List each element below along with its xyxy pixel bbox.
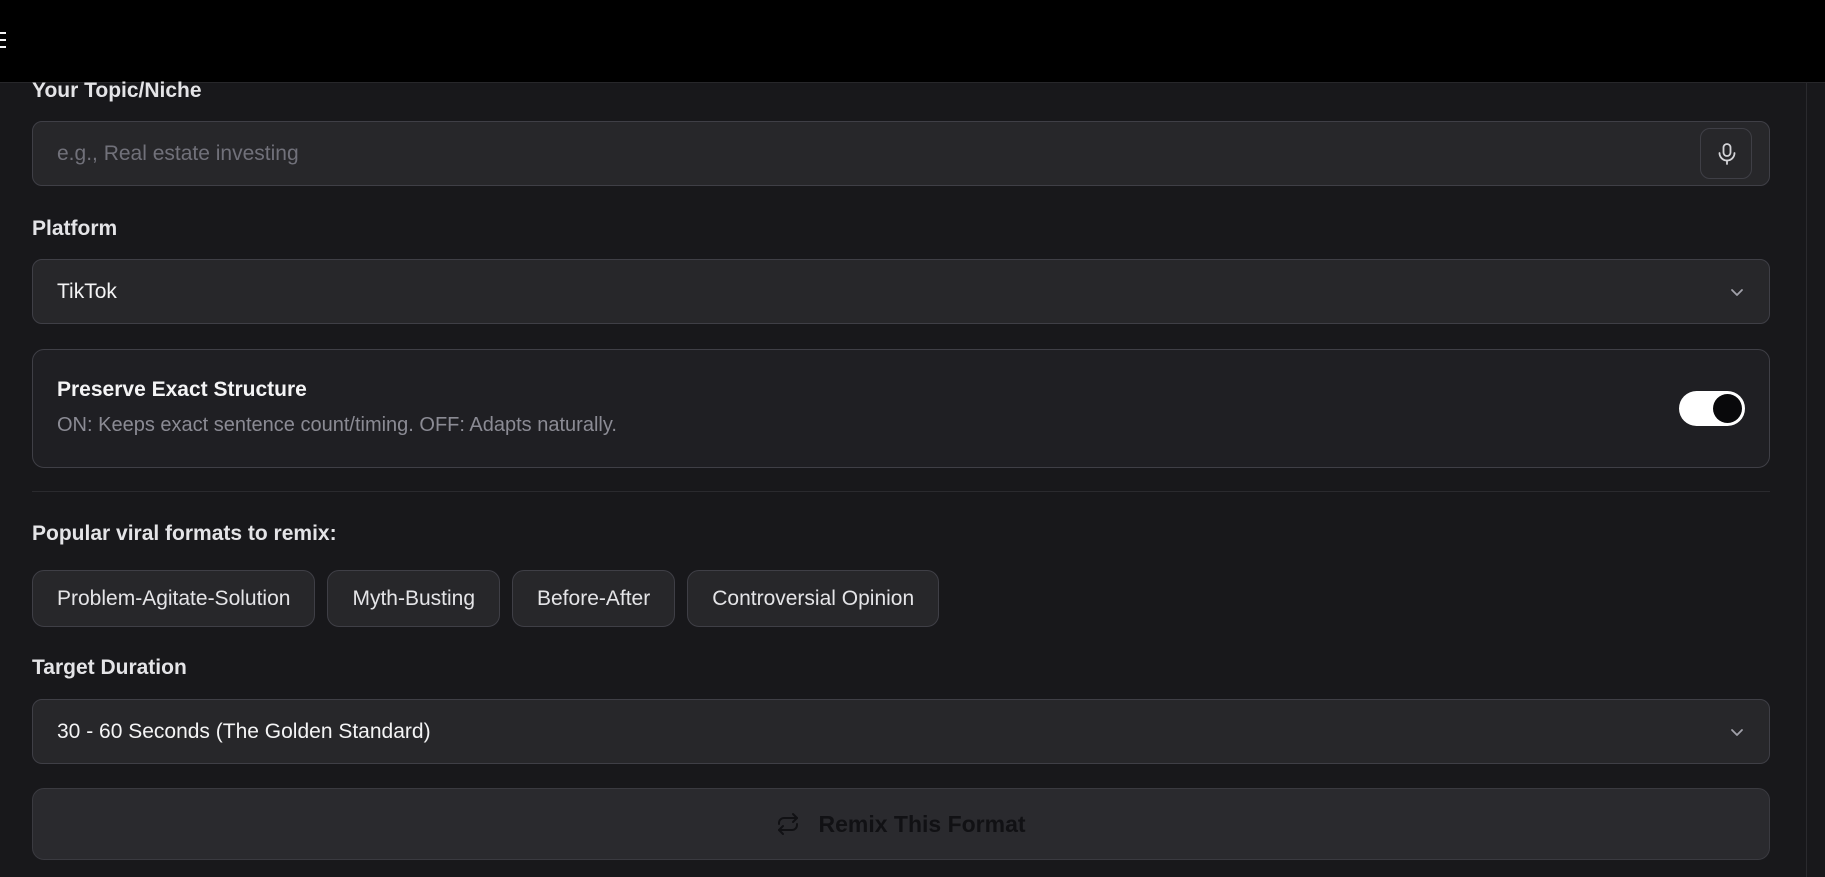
format-chip-problem-agitate-solution[interactable]: Problem-Agitate-Solution (32, 570, 316, 627)
platform-select[interactable]: TikTok (32, 259, 1770, 324)
section-divider (32, 491, 1770, 492)
platform-selected-value: TikTok (57, 280, 117, 303)
remix-format-button[interactable]: Remix This Format (32, 788, 1770, 860)
format-chip-myth-busting[interactable]: Myth-Busting (327, 570, 500, 627)
microphone-icon (1718, 143, 1736, 165)
topic-input[interactable]: e.g., Real estate investing (32, 121, 1770, 186)
duration-select[interactable]: 30 - 60 Seconds (The Golden Standard) (32, 699, 1770, 764)
topic-label: Your Topic/Niche (32, 79, 202, 102)
remix-format-label: Remix This Format (818, 810, 1026, 837)
preserve-structure-toggle[interactable] (1679, 391, 1745, 426)
topic-placeholder: e.g., Real estate investing (57, 142, 299, 165)
preserve-structure-card: Preserve Exact Structure ON: Keeps exact… (32, 349, 1770, 468)
chevron-down-icon (1731, 289, 1743, 296)
format-chips: Problem-Agitate-Solution Myth-Busting Be… (32, 570, 940, 627)
top-bar (0, 0, 1825, 83)
scrollbar[interactable] (1806, 83, 1825, 877)
voice-input-button[interactable] (1700, 128, 1752, 179)
preserve-structure-description: ON: Keeps exact sentence count/timing. O… (57, 414, 617, 436)
repeat-icon (778, 813, 799, 835)
toggle-knob (1713, 394, 1742, 423)
hamburger-icon[interactable] (0, 32, 6, 50)
formats-label: Popular viral formats to remix: (32, 522, 337, 545)
format-chip-before-after[interactable]: Before-After (512, 570, 676, 627)
duration-label: Target Duration (32, 656, 187, 679)
format-chip-controversial-opinion[interactable]: Controversial Opinion (687, 570, 940, 627)
platform-label: Platform (32, 217, 118, 240)
duration-selected-value: 30 - 60 Seconds (The Golden Standard) (57, 720, 431, 743)
chevron-down-icon (1731, 729, 1743, 736)
preserve-structure-title: Preserve Exact Structure (57, 378, 307, 401)
